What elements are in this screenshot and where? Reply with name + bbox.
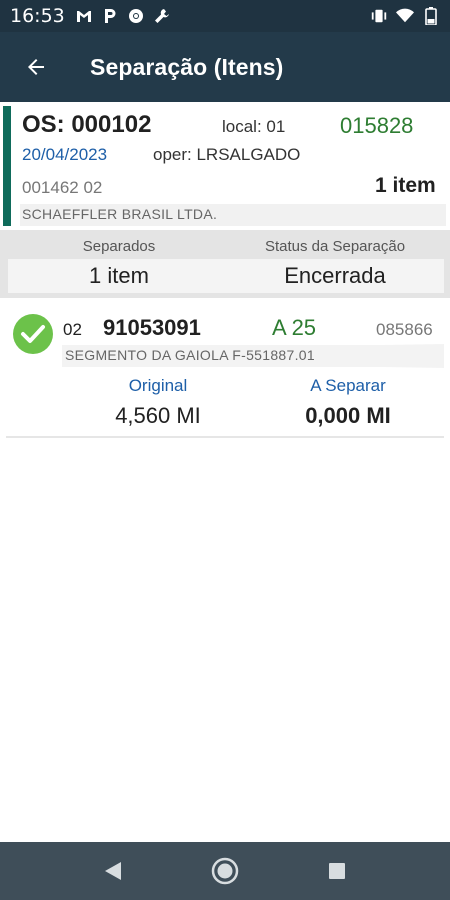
vibrate-icon	[370, 7, 388, 25]
app-bar: Separação (Itens)	[0, 32, 450, 102]
status-time: 16:53	[10, 5, 65, 27]
to-separate-label: A Separar	[310, 376, 386, 395]
nav-back-button[interactable]	[57, 842, 169, 900]
order-local: local: 01	[222, 117, 286, 136]
status-header: Status da Separação	[264, 238, 406, 255]
nav-recents-button[interactable]	[281, 842, 393, 900]
status-column: Status da Separação Encerrada	[226, 230, 444, 293]
parking-icon	[101, 7, 119, 25]
wifi-icon	[396, 7, 414, 25]
item-reference: 085866	[376, 320, 433, 339]
page-title: Separação (Itens)	[90, 53, 284, 80]
original-label: Original	[128, 376, 188, 395]
order-operator: oper: LRSALGADO	[153, 145, 301, 164]
check-circle-icon	[13, 314, 53, 354]
item-description: SEGMENTO DA GAIOLA F-551887.01	[65, 347, 315, 363]
client-name: SCHAEFFLER BRASIL LTDA.	[22, 206, 218, 222]
original-value: 4,560 MI	[115, 403, 201, 428]
status-value: Encerrada	[226, 259, 444, 293]
battery-icon	[422, 7, 440, 25]
item-location: A 25	[272, 315, 317, 340]
to-separate-value: 0,000 MI	[305, 403, 391, 428]
separation-summary: Separados 1 item Status da Separação Enc…	[0, 230, 450, 298]
order-item-count: 1 item	[375, 174, 436, 197]
separated-header: Separados	[82, 238, 156, 255]
separated-column: Separados 1 item	[8, 230, 230, 293]
item-product-code: 91053091	[103, 315, 201, 340]
nav-home-button[interactable]	[169, 842, 281, 900]
circle-home-icon	[211, 857, 239, 885]
status-bar: 16:53	[0, 0, 450, 32]
system-nav-bar	[0, 842, 450, 900]
description-fade	[384, 344, 444, 368]
order-number: OS: 000102	[22, 111, 152, 138]
order-code: 015828	[340, 113, 414, 138]
order-accent-bar	[3, 106, 11, 226]
separated-value: 1 item	[8, 259, 230, 293]
client-code: 001462 02	[22, 178, 103, 197]
triangle-back-icon	[105, 862, 121, 880]
square-recents-icon	[329, 863, 345, 879]
gmail-icon	[75, 7, 93, 25]
chrome-icon	[127, 7, 145, 25]
arrow-left-icon	[28, 59, 44, 75]
order-date: 20/04/2023	[22, 145, 108, 164]
item-divider	[6, 436, 444, 438]
item-sequence: 02	[63, 320, 82, 339]
back-button[interactable]	[0, 32, 72, 102]
wrench-icon	[153, 7, 171, 25]
